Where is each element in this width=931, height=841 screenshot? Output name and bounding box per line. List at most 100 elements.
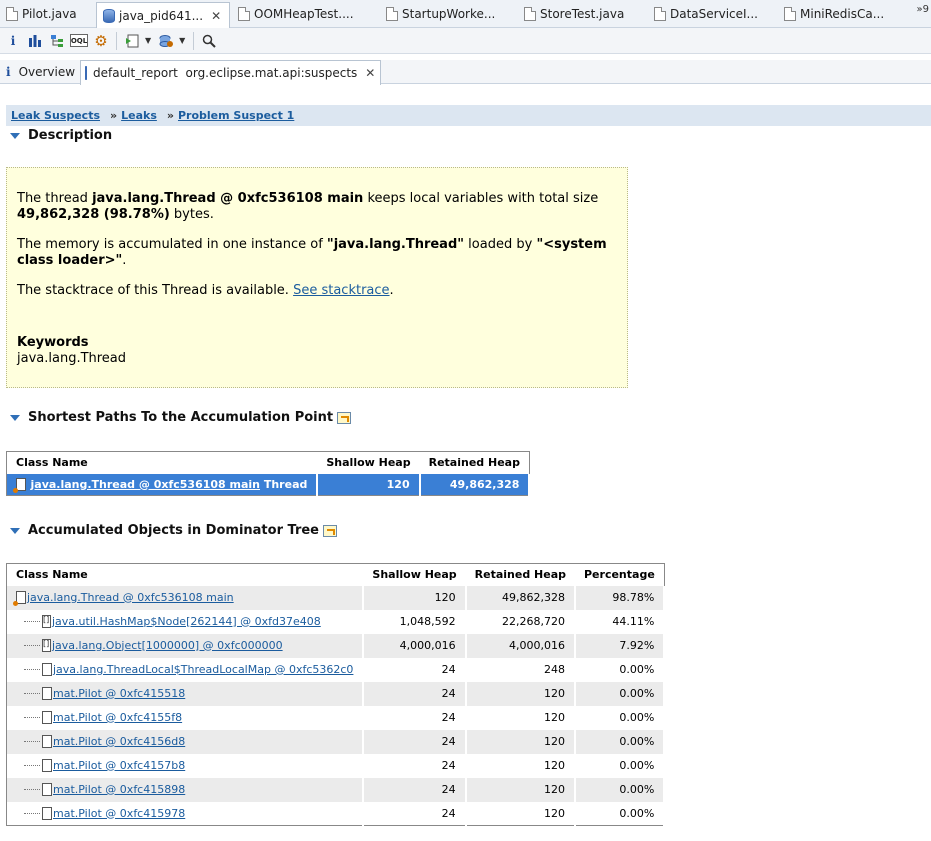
tab-label: Pilot.java — [22, 7, 77, 21]
chevron-down-icon[interactable]: ▼ — [179, 36, 185, 45]
breadcrumb-problem-suspect[interactable]: Problem Suspect 1 — [178, 109, 294, 122]
percentage-cell: 0.00% — [575, 657, 666, 682]
table-row[interactable]: java.lang.ThreadLocal$ThreadLocalMap @ 0… — [6, 657, 666, 682]
object-link[interactable]: mat.Pilot @ 0xfc415898 — [53, 783, 185, 796]
object-link[interactable]: mat.Pilot @ 0xfc4157b8 — [53, 759, 185, 772]
shortest-paths-table: Class Name Shallow Heap Retained Heap ja… — [6, 451, 531, 496]
breadcrumb-separator: » — [110, 109, 118, 122]
tab-storetest[interactable]: StoreTest.java — [518, 2, 648, 26]
class-name-cell: java.lang.Thread @ 0xfc536108 main Threa… — [6, 473, 319, 496]
tab-dataservice[interactable]: DataServiceI... — [648, 2, 778, 26]
class-name-cell: mat.Pilot @ 0xfc4156d8 — [6, 729, 365, 754]
object-link[interactable]: mat.Pilot @ 0xfc415518 — [53, 687, 185, 700]
text: keeps local variables with total size — [363, 191, 599, 206]
report-content: Leak Suspects » Leaks » Problem Suspect … — [0, 85, 931, 841]
retained-heap-cell: 120 — [465, 801, 577, 826]
tree-connector — [24, 813, 40, 814]
array-object-icon — [42, 615, 51, 629]
table-row[interactable]: java.lang.Thread @ 0xfc536108 main Threa… — [6, 473, 531, 496]
java-file-icon — [238, 7, 250, 21]
shallow-heap-cell: 120 — [363, 585, 467, 610]
object-link[interactable]: java.lang.Thread @ 0xfc536108 main — [27, 591, 234, 604]
column-header[interactable]: Shallow Heap — [317, 451, 420, 474]
gear-icon[interactable]: ⚙ — [92, 32, 110, 50]
description-paragraph: The stacktrace of this Thread is availab… — [17, 283, 617, 299]
column-header[interactable]: Class Name — [6, 451, 318, 474]
close-icon[interactable]: ✕ — [365, 66, 375, 80]
dominator-tree-header[interactable]: Accumulated Objects in Dominator Tree — [10, 523, 337, 538]
search-icon[interactable] — [200, 32, 218, 50]
object-icon — [42, 711, 52, 725]
text: The memory is accumulated in one instanc… — [17, 237, 327, 252]
class-name-cell: mat.Pilot @ 0xfc4157b8 — [6, 753, 365, 778]
object-icon — [42, 783, 52, 797]
see-stacktrace-link[interactable]: See stacktrace — [293, 283, 389, 298]
chevron-down-icon[interactable]: ▼ — [145, 36, 151, 45]
tab-startupworker[interactable]: StartupWorke... — [380, 2, 518, 26]
tree-connector — [24, 765, 40, 767]
tab-pilot-java[interactable]: Pilot.java — [0, 2, 96, 26]
description-header[interactable]: Description — [10, 128, 112, 143]
close-icon[interactable]: ✕ — [211, 9, 221, 23]
table-row[interactable]: mat.Pilot @ 0xfc4157b8 24 120 0.00% — [6, 753, 666, 778]
table-row[interactable]: mat.Pilot @ 0xfc415898 24 120 0.00% — [6, 777, 666, 802]
tab-miniredis[interactable]: MiniRedisCa... — [778, 2, 908, 26]
tab-overview[interactable]: i Overview — [0, 60, 80, 84]
table-row[interactable]: java.util.HashMap$Node[262144] @ 0xfd37e… — [6, 609, 666, 634]
table-row[interactable]: mat.Pilot @ 0xfc415518 24 120 0.00% — [6, 681, 666, 706]
section-title: Shortest Paths To the Accumulation Point — [28, 410, 334, 425]
tab-label: DataServiceI... — [670, 7, 758, 21]
details-icon[interactable] — [323, 524, 337, 537]
details-icon[interactable] — [337, 411, 352, 424]
column-header[interactable]: Percentage — [575, 563, 665, 586]
object-link[interactable]: mat.Pilot @ 0xfc4155f8 — [53, 711, 182, 724]
histogram-icon[interactable] — [26, 32, 44, 50]
object-link[interactable]: java.lang.ThreadLocal$ThreadLocalMap @ 0… — [53, 663, 353, 676]
java-file-icon — [784, 7, 796, 21]
table-row[interactable]: java.lang.Thread @ 0xfc536108 main 120 49,… — [6, 585, 666, 610]
text: . — [389, 283, 394, 298]
table-row[interactable]: mat.Pilot @ 0xfc4155f8 24 120 0.00% — [6, 705, 666, 730]
oql-icon[interactable]: OQL — [70, 34, 88, 47]
column-header[interactable]: Retained Heap — [465, 563, 575, 586]
dominator-tree-icon[interactable] — [48, 32, 66, 50]
class-name-cell: mat.Pilot @ 0xfc415898 — [6, 777, 365, 802]
retained-heap-cell: 120 — [465, 753, 577, 778]
object-icon — [42, 759, 52, 773]
description-paragraph: The thread java.lang.Thread @ 0xfc536108… — [17, 191, 617, 223]
object-link[interactable]: java.util.HashMap$Node[262144] @ 0xfd37e… — [52, 615, 321, 628]
object-icon — [42, 735, 52, 749]
object-link[interactable]: java.lang.Thread @ 0xfc536108 main — [31, 478, 261, 491]
column-header[interactable]: Shallow Heap — [363, 563, 466, 586]
shortest-paths-header[interactable]: Shortest Paths To the Accumulation Point — [10, 410, 352, 425]
breadcrumb-leak-suspects[interactable]: Leak Suspects — [11, 109, 100, 122]
class-name-cell: java.lang.Object[1000000] @ 0xfc000000 — [6, 633, 365, 658]
tab-oomheaptest[interactable]: OOMHeapTest.... — [232, 2, 377, 26]
tree-connector — [24, 741, 40, 743]
java-file-icon — [654, 7, 666, 21]
column-header[interactable]: Class Name — [6, 563, 364, 586]
tree-connector — [24, 621, 40, 623]
table-row[interactable]: java.lang.Object[1000000] @ 0xfc000000 4,… — [6, 633, 666, 658]
tab-default-report[interactable]: default_report org.eclipse.mat.api:suspe… — [80, 60, 381, 85]
more-tabs-button[interactable]: »9 — [917, 4, 929, 15]
query-browser-icon[interactable] — [157, 32, 175, 50]
shallow-heap-cell: 24 — [363, 777, 467, 802]
column-header[interactable]: Retained Heap — [419, 451, 530, 474]
collapse-triangle-icon[interactable] — [10, 527, 20, 534]
table-row[interactable]: mat.Pilot @ 0xfc4156d8 24 120 0.00% — [6, 729, 666, 754]
object-link[interactable]: mat.Pilot @ 0xfc4156d8 — [53, 735, 185, 748]
tab-heap-dump[interactable]: java_pid641... ✕ — [96, 2, 230, 29]
percentage-cell: 0.00% — [575, 801, 666, 826]
collapse-triangle-icon[interactable] — [10, 132, 20, 139]
total-size: 49,862,328 (98.78%) — [17, 207, 170, 222]
breadcrumb: Leak Suspects » Leaks » Problem Suspect … — [6, 105, 931, 126]
object-link[interactable]: java.lang.Object[1000000] @ 0xfc000000 — [52, 639, 283, 652]
table-row[interactable]: mat.Pilot @ 0xfc415978 24 120 0.00% — [6, 801, 666, 826]
object-link[interactable]: mat.Pilot @ 0xfc415978 — [53, 807, 185, 820]
run-report-icon[interactable] — [123, 32, 141, 50]
collapse-triangle-icon[interactable] — [10, 414, 20, 421]
tree-connector — [24, 789, 40, 791]
info-icon[interactable]: i — [4, 32, 22, 50]
breadcrumb-leaks[interactable]: Leaks — [121, 109, 157, 122]
